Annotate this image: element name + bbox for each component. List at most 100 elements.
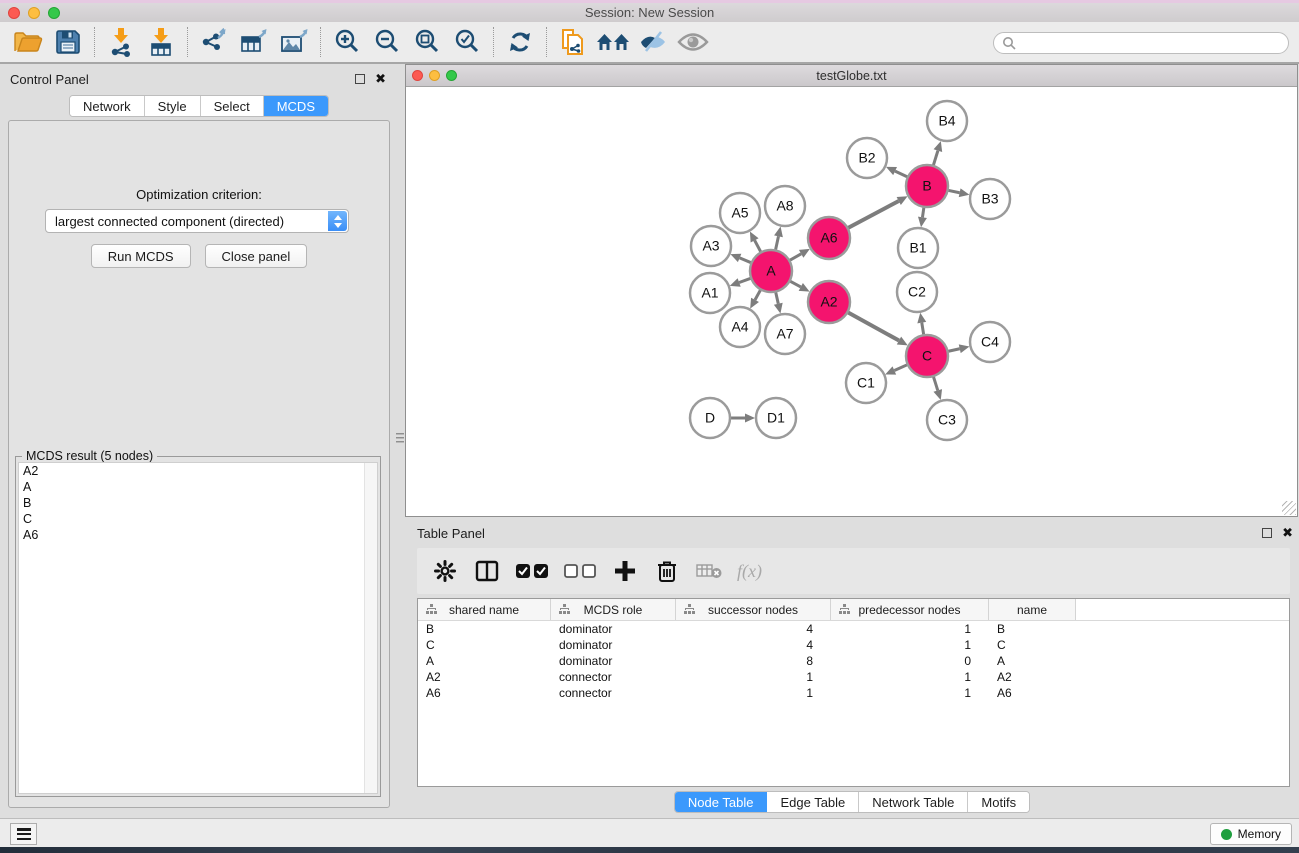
close-panel-icon[interactable]: ✖	[375, 74, 386, 84]
graph-node-D1[interactable]: D1	[756, 398, 796, 438]
float-table-panel-icon[interactable]	[1262, 528, 1272, 538]
graph-node-C4[interactable]: C4	[970, 322, 1010, 362]
add-column-icon[interactable]	[611, 557, 639, 585]
graph-node-B1[interactable]: B1	[898, 228, 938, 268]
table-row[interactable]: Cdominator41C	[418, 637, 1289, 653]
table-cell[interactable]: 1	[831, 621, 989, 637]
graph-node-B3[interactable]: B3	[970, 179, 1010, 219]
import-table-icon[interactable]	[141, 24, 181, 60]
export-table-icon[interactable]	[234, 24, 274, 60]
tab-select[interactable]: Select	[201, 96, 264, 116]
unchecked-columns-icon[interactable]	[563, 557, 597, 585]
column-header[interactable]: predecessor nodes	[831, 599, 989, 620]
graph-node-B2[interactable]: B2	[847, 138, 887, 178]
result-item[interactable]: A6	[19, 527, 377, 543]
table-cell[interactable]: connector	[551, 669, 676, 685]
table-cell[interactable]: A6	[989, 685, 1076, 701]
table-cell[interactable]: C	[418, 637, 551, 653]
resize-grip-icon[interactable]	[1282, 501, 1296, 515]
hide-panels-icon[interactable]	[633, 24, 673, 60]
table-row[interactable]: Adominator80A	[418, 653, 1289, 669]
tab-motifs[interactable]: Motifs	[968, 792, 1029, 812]
export-network-icon[interactable]	[194, 24, 234, 60]
zoom-window-icon[interactable]	[48, 7, 60, 19]
table-row[interactable]: A2connector11A2	[418, 669, 1289, 685]
function-builder[interactable]: f(x)	[737, 561, 762, 582]
checked-columns-icon[interactable]	[515, 557, 549, 585]
close-view-icon[interactable]	[412, 70, 423, 81]
gear-icon[interactable]	[431, 557, 459, 585]
criterion-dropdown[interactable]: largest connected component (directed)	[45, 209, 349, 233]
open-file-icon[interactable]	[8, 24, 48, 60]
table-row[interactable]: A6connector11A6	[418, 685, 1289, 701]
zoom-in-icon[interactable]	[327, 24, 367, 60]
graph-node-C[interactable]: C	[906, 335, 948, 377]
result-item[interactable]: C	[19, 511, 377, 527]
graph-edge[interactable]	[846, 311, 899, 340]
table-cell[interactable]: A6	[418, 685, 551, 701]
graph-node-A7[interactable]: A7	[765, 314, 805, 354]
graph-node-B4[interactable]: B4	[927, 101, 967, 141]
search-input[interactable]	[1020, 34, 1288, 52]
panel-divider-handle[interactable]	[396, 428, 404, 448]
result-item[interactable]: A	[19, 479, 377, 495]
table-cell[interactable]: 4	[676, 637, 831, 653]
column-header[interactable]: name	[989, 599, 1076, 620]
table-cell[interactable]: 8	[676, 653, 831, 669]
table-cell[interactable]: C	[989, 637, 1076, 653]
graph-node-C2[interactable]: C2	[897, 272, 937, 312]
graph-node-A[interactable]: A	[750, 250, 792, 292]
table-cell[interactable]: 1	[676, 669, 831, 685]
close-table-panel-icon[interactable]: ✖	[1282, 528, 1293, 538]
delete-table-icon[interactable]	[695, 557, 723, 585]
graph-node-A8[interactable]: A8	[765, 186, 805, 226]
delete-column-icon[interactable]	[653, 557, 681, 585]
node-table[interactable]: shared nameMCDS rolesuccessor nodesprede…	[417, 598, 1290, 787]
mcds-result-list[interactable]: A2ABCA6	[18, 462, 378, 794]
export-image-icon[interactable]	[274, 24, 314, 60]
home-views-icon[interactable]	[593, 24, 633, 60]
refresh-icon[interactable]	[500, 24, 540, 60]
column-header[interactable]: successor nodes	[676, 599, 831, 620]
close-panel-button[interactable]: Close panel	[205, 244, 308, 268]
column-header[interactable]: MCDS role	[551, 599, 676, 620]
zoom-fit-icon[interactable]	[407, 24, 447, 60]
graph-node-C3[interactable]: C3	[927, 400, 967, 440]
minimize-window-icon[interactable]	[28, 7, 40, 19]
result-item[interactable]: A2	[19, 463, 377, 479]
show-eye-icon[interactable]	[673, 24, 713, 60]
save-session-icon[interactable]	[48, 24, 88, 60]
tab-node-table[interactable]: Node Table	[675, 792, 768, 812]
table-cell[interactable]: 1	[831, 669, 989, 685]
float-panel-icon[interactable]	[355, 74, 365, 84]
graph-node-B[interactable]: B	[906, 165, 948, 207]
import-network-icon[interactable]	[101, 24, 141, 60]
table-cell[interactable]: dominator	[551, 653, 676, 669]
table-cell[interactable]: A	[989, 653, 1076, 669]
table-cell[interactable]: dominator	[551, 621, 676, 637]
memory-button[interactable]: Memory	[1210, 823, 1292, 845]
tab-edge-table[interactable]: Edge Table	[767, 792, 859, 812]
graph-node-A3[interactable]: A3	[691, 226, 731, 266]
table-cell[interactable]: A2	[418, 669, 551, 685]
table-cell[interactable]: A2	[989, 669, 1076, 685]
table-cell[interactable]: B	[418, 621, 551, 637]
tab-network[interactable]: Network	[70, 96, 145, 116]
task-history-button[interactable]	[10, 823, 37, 845]
table-cell[interactable]: 1	[676, 685, 831, 701]
run-mcds-button[interactable]: Run MCDS	[91, 244, 191, 268]
zoom-selected-icon[interactable]	[447, 24, 487, 60]
tab-mcds[interactable]: MCDS	[264, 96, 328, 116]
column-header[interactable]: shared name	[418, 599, 551, 620]
duplicate-network-icon[interactable]	[553, 24, 593, 60]
tab-style[interactable]: Style	[145, 96, 201, 116]
table-cell[interactable]: A	[418, 653, 551, 669]
search-field[interactable]	[993, 32, 1289, 54]
table-cell[interactable]: 0	[831, 653, 989, 669]
result-item[interactable]: B	[19, 495, 377, 511]
zoom-view-icon[interactable]	[446, 70, 457, 81]
graph-node-A1[interactable]: A1	[690, 273, 730, 313]
result-scrollbar[interactable]	[364, 463, 377, 793]
tab-network-table[interactable]: Network Table	[859, 792, 968, 812]
graph-node-C1[interactable]: C1	[846, 363, 886, 403]
